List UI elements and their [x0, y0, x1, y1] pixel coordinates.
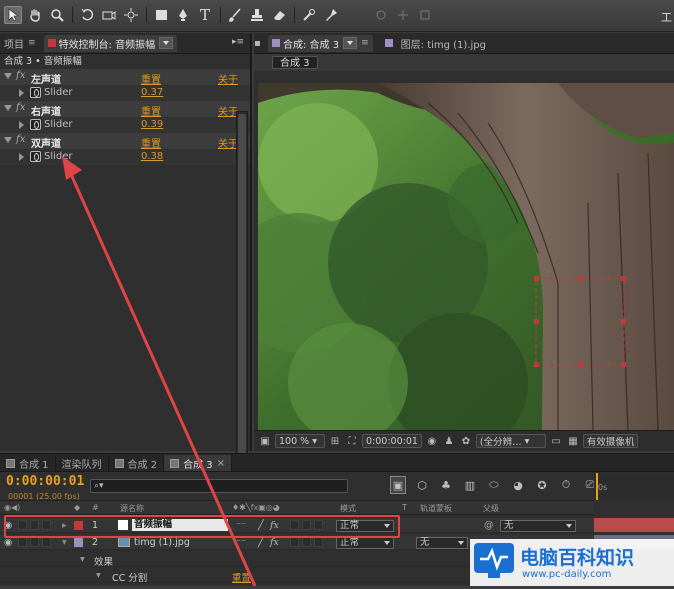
watermark-url: www.pc-daily.com: [522, 569, 612, 580]
watermark-title: 电脑百科知识: [520, 547, 635, 569]
annotation-arrow: [62, 156, 257, 586]
site-watermark: 电脑百科知识 www.pc-daily.com: [470, 535, 674, 586]
after-effects-window: T 工 项目 ≡ 特效控制台: 音频振幅 ▸≡ 合成 3 • 音频振幅 fx 左…: [0, 0, 674, 586]
